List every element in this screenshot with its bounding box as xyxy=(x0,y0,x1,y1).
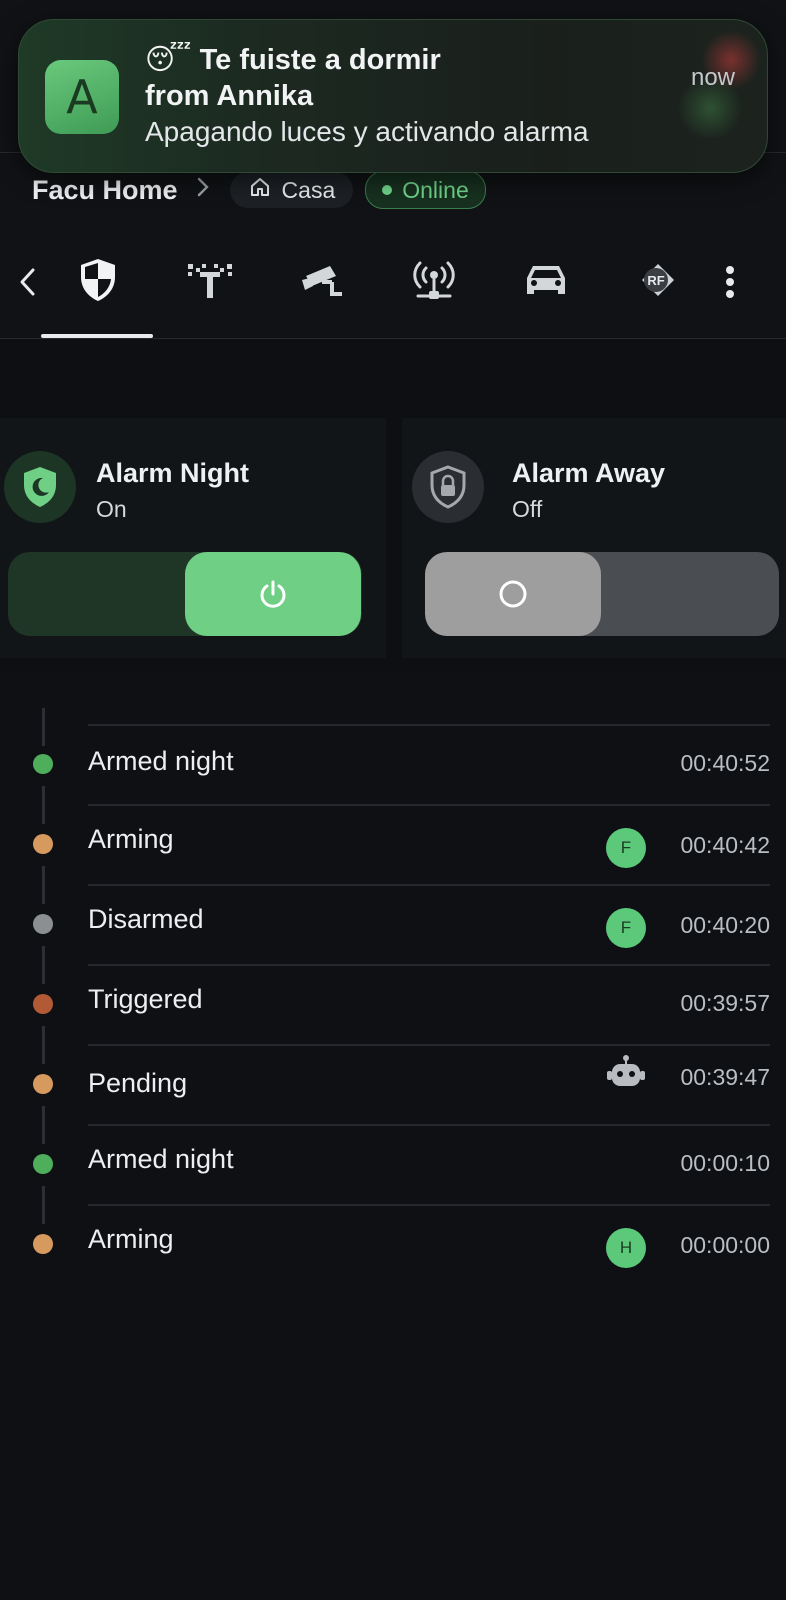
location-chip[interactable]: Casa xyxy=(229,172,354,208)
toggle-knob xyxy=(185,552,361,636)
security-shield-icon xyxy=(81,259,115,301)
event-time: 00:40:20 xyxy=(680,912,770,938)
tab-cameras[interactable] xyxy=(282,248,362,312)
home-icon xyxy=(248,175,272,205)
status-badge: Online xyxy=(365,171,486,209)
notification-title-text: Te fuiste a dormir xyxy=(199,44,441,76)
timeline-row[interactable]: Pending 00:39:47 xyxy=(0,1044,786,1124)
alarm-away-toggle[interactable] xyxy=(425,552,779,636)
status-dot xyxy=(33,1234,53,1254)
event-label: Disarmed xyxy=(88,904,204,934)
more-options-icon[interactable] xyxy=(716,262,744,302)
card-state: Off xyxy=(512,496,543,522)
event-label: Armed night xyxy=(88,746,234,776)
event-time: 00:40:52 xyxy=(680,750,770,776)
status-dot xyxy=(33,1154,53,1174)
timeline-row[interactable]: Arming F 00:40:42 xyxy=(0,804,786,884)
access-point-network-icon xyxy=(413,261,455,299)
tab-security[interactable] xyxy=(58,248,138,312)
alarm-night-toggle[interactable] xyxy=(8,552,362,636)
event-label: Arming xyxy=(88,824,174,854)
power-icon xyxy=(260,580,286,608)
event-time: 00:00:00 xyxy=(680,1232,770,1258)
timeline-row[interactable]: Armed night 00:00:10 xyxy=(0,1124,786,1204)
car-icon xyxy=(527,266,565,294)
card-title: Alarm Night xyxy=(96,458,250,488)
timeline-row[interactable]: Disarmed F 00:40:20 xyxy=(0,884,786,964)
status-dot xyxy=(33,1074,53,1094)
event-time: 00:39:47 xyxy=(680,1064,770,1090)
card-state: On xyxy=(96,496,127,522)
toggle-knob xyxy=(425,552,601,636)
event-time: 00:39:57 xyxy=(680,990,770,1016)
tab-network[interactable] xyxy=(394,248,474,312)
breadcrumb: Facu Home Casa Online xyxy=(32,168,486,212)
event-label: Triggered xyxy=(88,984,203,1014)
avatar[interactable]: H xyxy=(606,1228,646,1268)
event-label: Arming xyxy=(88,1224,174,1254)
active-tab-indicator xyxy=(41,334,153,338)
tab-rf-remotes[interactable]: RF xyxy=(618,248,698,312)
svg-text:RF: RF xyxy=(647,273,664,288)
status-dot xyxy=(33,994,53,1014)
status-dot xyxy=(33,754,53,774)
sleeping-emoji-icon: 😴 xyxy=(145,44,192,76)
rf-remote-icon: RF xyxy=(642,264,674,296)
event-timeline: Armed night 00:40:52 Arming F 00:40:42 D… xyxy=(0,700,786,1270)
off-circle-icon xyxy=(499,580,527,608)
tab-vehicles[interactable] xyxy=(506,248,586,312)
event-time: 00:00:10 xyxy=(680,1150,770,1176)
avatar[interactable]: F xyxy=(606,908,646,948)
online-dot xyxy=(382,185,393,195)
chevron-right-icon xyxy=(196,176,210,204)
notification-body: Apagando luces y activando alarma xyxy=(145,116,589,147)
tab-motion-sensors[interactable] xyxy=(170,248,250,312)
shield-moon-icon xyxy=(4,451,76,523)
avatar[interactable]: F xyxy=(606,828,646,868)
category-tabs: RF xyxy=(0,226,786,339)
status-badge-label: Online xyxy=(402,176,469,203)
cctv-camera-icon xyxy=(302,266,342,296)
alarm-night-card: Alarm Night On xyxy=(0,418,386,658)
timeline-row[interactable]: Armed night 00:40:52 xyxy=(0,724,786,804)
event-label: Pending xyxy=(88,1068,188,1098)
motion-sensor-icon xyxy=(188,264,232,298)
notification-banner[interactable]: A 😴 Te fuiste a dormir from Annika Apaga… xyxy=(18,19,768,173)
notification-title: 😴 Te fuiste a dormir xyxy=(145,42,441,78)
robot-icon[interactable] xyxy=(606,1054,646,1094)
app-icon: A xyxy=(45,60,119,134)
timeline-row[interactable]: Triggered 00:39:57 xyxy=(0,964,786,1044)
card-title: Alarm Away xyxy=(512,458,666,488)
shield-lock-icon xyxy=(412,451,484,523)
chevron-left-icon[interactable] xyxy=(14,262,42,302)
status-dot xyxy=(33,914,53,934)
status-dot xyxy=(33,834,53,854)
event-time: 00:40:42 xyxy=(680,832,770,858)
home-name[interactable]: Facu Home xyxy=(32,175,178,206)
notification-time: now xyxy=(690,64,735,91)
timeline-row[interactable]: Arming H 00:00:00 xyxy=(0,1204,786,1284)
alarm-away-card: Alarm Away Off xyxy=(402,418,786,658)
notification-sender: from Annika xyxy=(145,80,314,112)
event-label: Armed night xyxy=(88,1144,234,1174)
location-chip-label: Casa xyxy=(281,176,336,203)
